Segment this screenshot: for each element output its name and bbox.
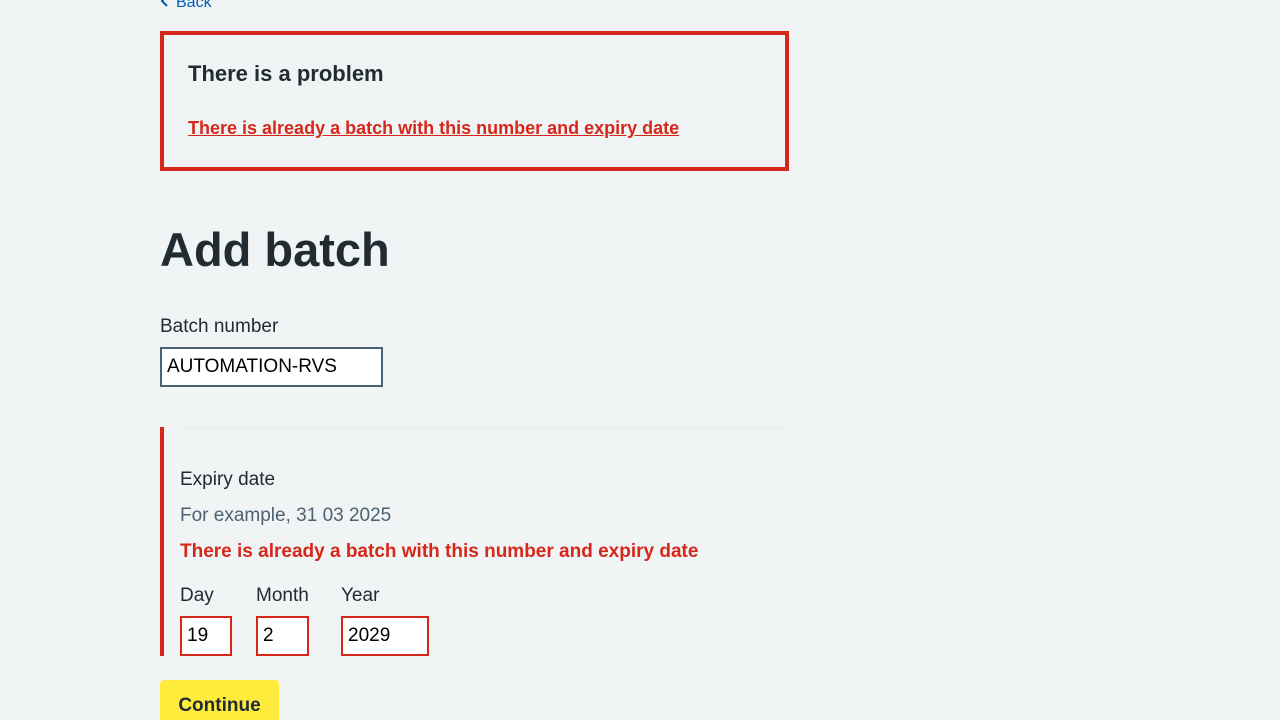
page-title: Add batch: [160, 223, 390, 276]
back-link-label: Back: [176, 0, 212, 11]
error-group-bar: [160, 427, 164, 656]
continue-button[interactable]: Continue: [160, 680, 279, 720]
day-label: Day: [180, 585, 214, 606]
batch-number-label: Batch number: [160, 316, 279, 337]
expiry-date-label: Expiry date: [180, 469, 276, 490]
month-label: Month: [256, 585, 309, 606]
section-divider: [184, 427, 788, 428]
error-summary-link[interactable]: There is already a batch with this numbe…: [188, 116, 679, 140]
expiry-date-hint: For example, 31 03 2025: [180, 505, 392, 526]
error-summary-title: There is a problem: [188, 61, 384, 86]
year-input[interactable]: [341, 616, 429, 656]
chevron-left-icon: [160, 0, 170, 12]
back-link[interactable]: Back: [160, 0, 212, 12]
batch-number-input[interactable]: [160, 347, 383, 387]
expiry-date-error-message: There is already a batch with this numbe…: [180, 541, 699, 562]
month-input[interactable]: [256, 616, 309, 656]
day-input[interactable]: [180, 616, 232, 656]
page: Back There is a problem There is already…: [0, 0, 1280, 720]
error-summary: There is a problem There is already a ba…: [160, 31, 789, 171]
year-label: Year: [341, 585, 380, 606]
